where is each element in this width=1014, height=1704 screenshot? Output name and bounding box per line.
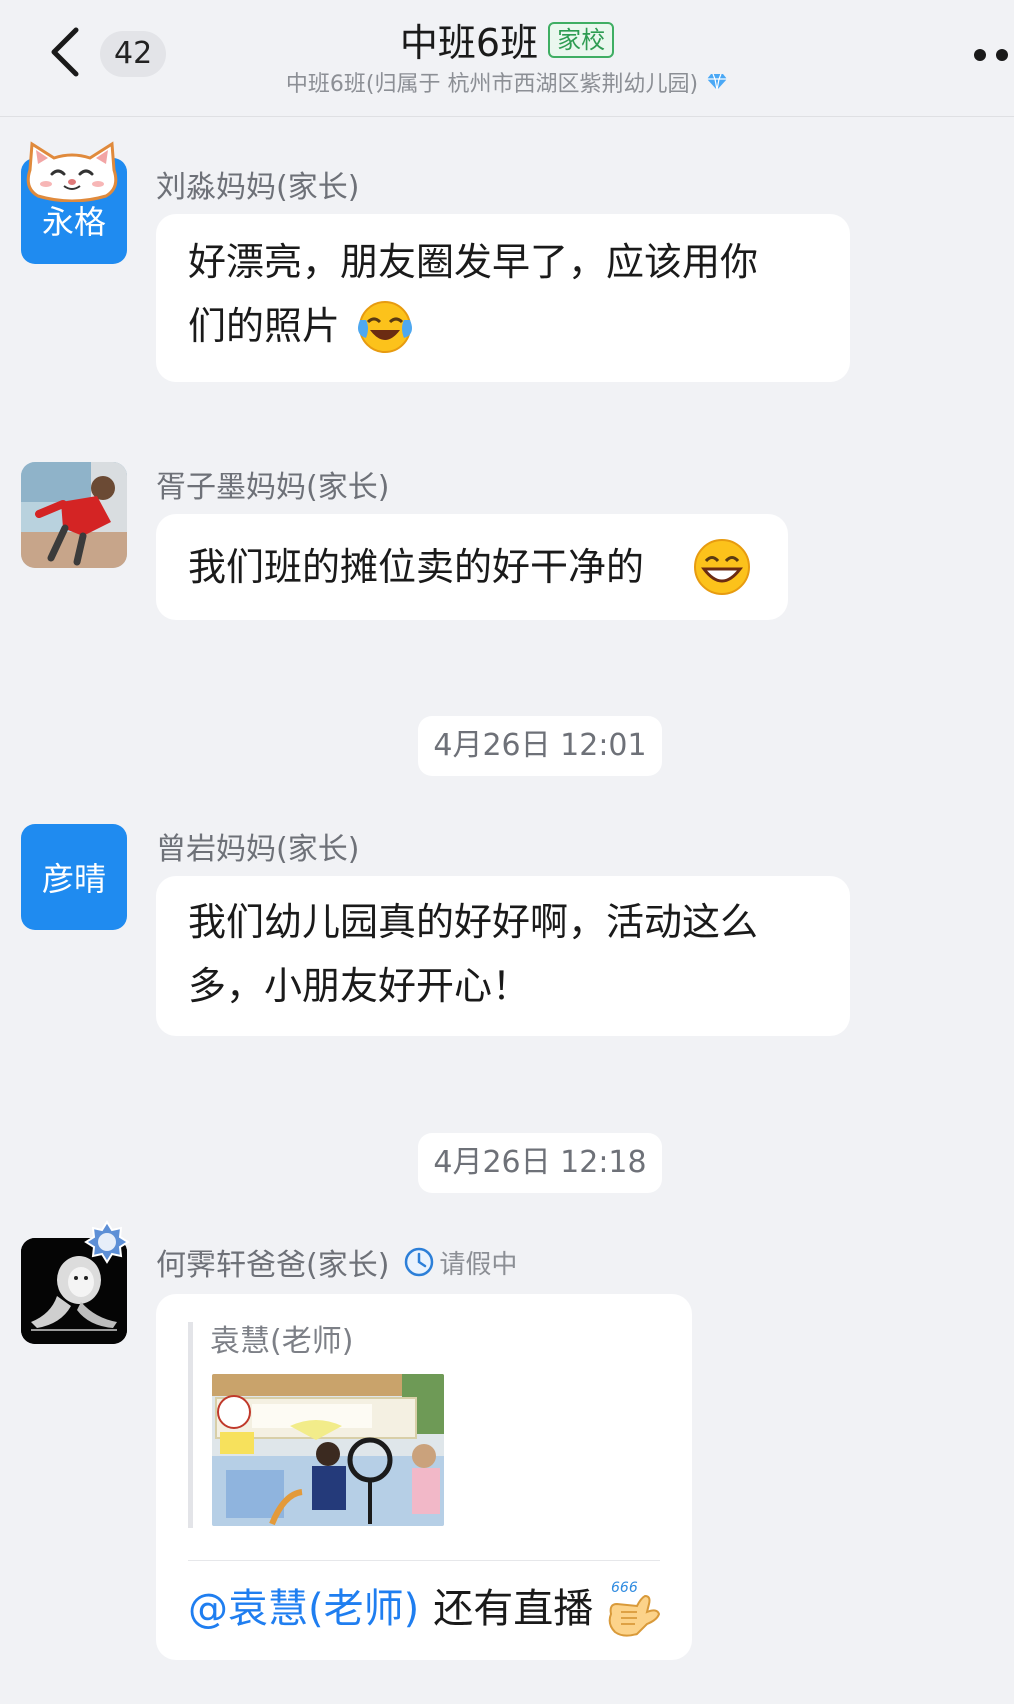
- message-line: 我们幼儿园真的好好啊，活动这么: [188, 900, 759, 944]
- cat-face-icon: [26, 141, 118, 202]
- message-line: 我们班的摊位卖的好干净的: [188, 545, 645, 589]
- clock-icon: [405, 1247, 434, 1277]
- subtitle-row: 中班6班(归属于 杭州市西湖区紫荆幼儿园): [0, 66, 1014, 98]
- quote-sender: 袁慧(老师): [210, 1324, 354, 1359]
- message-text: 还有直播: [433, 1586, 594, 1632]
- sender-name-row: 何霁轩爸爸(家长) 请假中: [156, 1240, 517, 1284]
- title-row: 中班6班 家校: [0, 12, 1014, 67]
- kindergarten-stall-photo: [212, 1374, 444, 1526]
- quote-image[interactable]: [212, 1374, 444, 1526]
- message-line: 好漂亮，朋友圈发早了，应该用你: [188, 240, 759, 284]
- chat-type-tag: 家校: [548, 21, 615, 58]
- sender-name: 胥子墨妈妈(家长): [156, 470, 390, 505]
- shaka-666-emoji: 666: [608, 1580, 661, 1637]
- message-line: 多，小朋友好开心！: [188, 964, 531, 1008]
- chat-title: 中班6班: [399, 21, 539, 65]
- message-bubble[interactable]: 我们幼儿园真的好好啊，活动这么 多，小朋友好开心！: [156, 876, 850, 1036]
- quote-bar: [188, 1322, 193, 1528]
- child-photo: [21, 462, 127, 568]
- chat-subtitle: 中班6班(归属于 杭州市西湖区紫荆幼儿园): [285, 72, 699, 97]
- grinning-emoji: [694, 539, 750, 595]
- reply-text: @袁慧(老师) 还有直播 666: [188, 1578, 661, 1640]
- sender-name: 刘淼妈妈(家长): [156, 170, 360, 205]
- leave-status-label: 请假中: [439, 1249, 518, 1280]
- leave-status: 请假中: [403, 1244, 517, 1281]
- diamond-icon: [707, 73, 728, 91]
- divider: [188, 1560, 660, 1561]
- sender-name: 曾岩妈妈(家长): [156, 832, 360, 867]
- avatar-label: 彦晴: [41, 860, 106, 898]
- timestamp: 4月26日 12:18: [418, 1133, 662, 1193]
- avatar[interactable]: [21, 462, 127, 568]
- message-bubble[interactable]: 好漂亮，朋友圈发早了，应该用你 们的照片: [156, 214, 850, 382]
- avatar-label: 永格: [41, 203, 106, 241]
- sender-name: 何霁轩爸爸(家长): [156, 1248, 390, 1283]
- mention-link[interactable]: @袁慧(老师): [188, 1579, 419, 1639]
- message-bubble[interactable]: 我们班的摊位卖的好干净的: [156, 514, 788, 620]
- chat-header: 42 中班6班 家校 中班6班(归属于 杭州市西湖区紫荆幼儿园): [0, 0, 1014, 117]
- avatar[interactable]: 彦晴: [21, 824, 127, 930]
- badge-icon: [84, 1220, 130, 1264]
- timestamp: 4月26日 12:01: [418, 716, 662, 776]
- more-dots-icon: [974, 49, 1008, 61]
- message-line: 们的照片: [188, 304, 341, 348]
- more-button[interactable]: [964, 40, 1014, 70]
- crying-laughing-emoji: [358, 301, 412, 353]
- svg-text:666: 666: [611, 1580, 638, 1596]
